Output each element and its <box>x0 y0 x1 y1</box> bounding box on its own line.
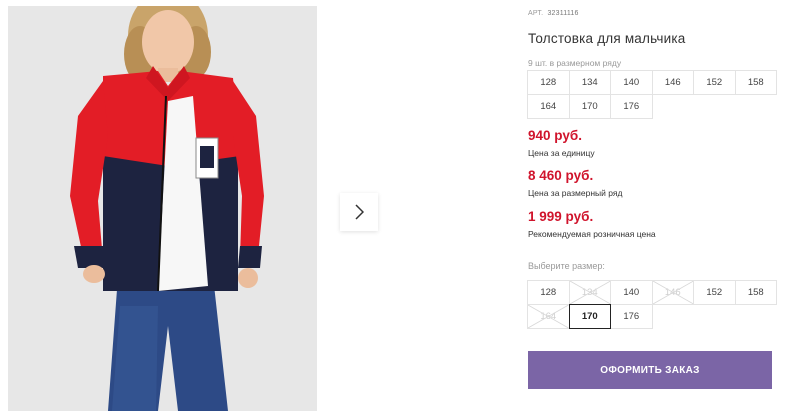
size-option[interactable]: 158 <box>734 280 777 305</box>
range-size-cell: 140 <box>610 70 653 95</box>
range-size-cell: 158 <box>734 70 777 95</box>
size-option: 164 <box>527 304 570 329</box>
article-label: АРТ. <box>528 10 544 17</box>
size-option: 146 <box>651 280 694 305</box>
range-size-cell: 170 <box>568 94 611 119</box>
range-size-cell: 152 <box>693 70 736 95</box>
unavailable-cross-icon <box>652 281 693 304</box>
range-size-cell: 146 <box>651 70 694 95</box>
size-option: 134 <box>568 280 611 305</box>
order-button[interactable]: ОФОРМИТЬ ЗАКАЗ <box>528 351 772 389</box>
retail-price: 1 999 руб. <box>528 209 594 224</box>
article-value: 32311116 <box>547 10 579 17</box>
size-select-grid: 128 134 140 146 152 158 164 170 176 <box>527 280 777 329</box>
size-option-label: 128 <box>540 287 557 298</box>
size-option-label: 170 <box>581 311 598 322</box>
size-option-label: 140 <box>623 287 640 298</box>
unavailable-cross-icon <box>528 305 569 328</box>
choose-size-label: Выберите размер: <box>528 261 605 271</box>
retail-price-label: Рекомендуемая розничная цена <box>528 229 656 239</box>
product-gallery <box>0 0 400 411</box>
product-title: Толстовка для мальчика <box>528 31 686 46</box>
range-note: 9 шт. в размерном ряду <box>528 58 622 68</box>
range-size-cell: 176 <box>610 94 653 119</box>
unit-price-label: Цена за единицу <box>528 148 595 158</box>
next-image-button[interactable] <box>340 193 378 231</box>
size-range-grid: 128 134 140 146 152 158 164 170 176 <box>527 70 777 119</box>
unit-price: 940 руб. <box>528 128 582 143</box>
size-option-label: 152 <box>706 287 723 298</box>
size-option[interactable]: 140 <box>610 280 653 305</box>
range-size-cell: 134 <box>568 70 611 95</box>
unavailable-cross-icon <box>569 281 610 304</box>
size-option-label: 158 <box>747 287 764 298</box>
size-option[interactable]: 170 <box>568 304 611 329</box>
range-price: 8 460 руб. <box>528 168 594 183</box>
size-option[interactable]: 152 <box>693 280 736 305</box>
range-price-label: Цена за размерный ряд <box>528 188 623 198</box>
range-size-cell: 164 <box>527 94 570 119</box>
size-option[interactable]: 128 <box>527 280 570 305</box>
product-photo <box>8 6 317 411</box>
article-number: АРТ. 32311116 <box>528 10 579 17</box>
size-option[interactable]: 176 <box>610 304 653 329</box>
size-option-label: 176 <box>623 311 640 322</box>
range-size-cell: 128 <box>527 70 570 95</box>
chevron-right-icon <box>355 204 364 220</box>
